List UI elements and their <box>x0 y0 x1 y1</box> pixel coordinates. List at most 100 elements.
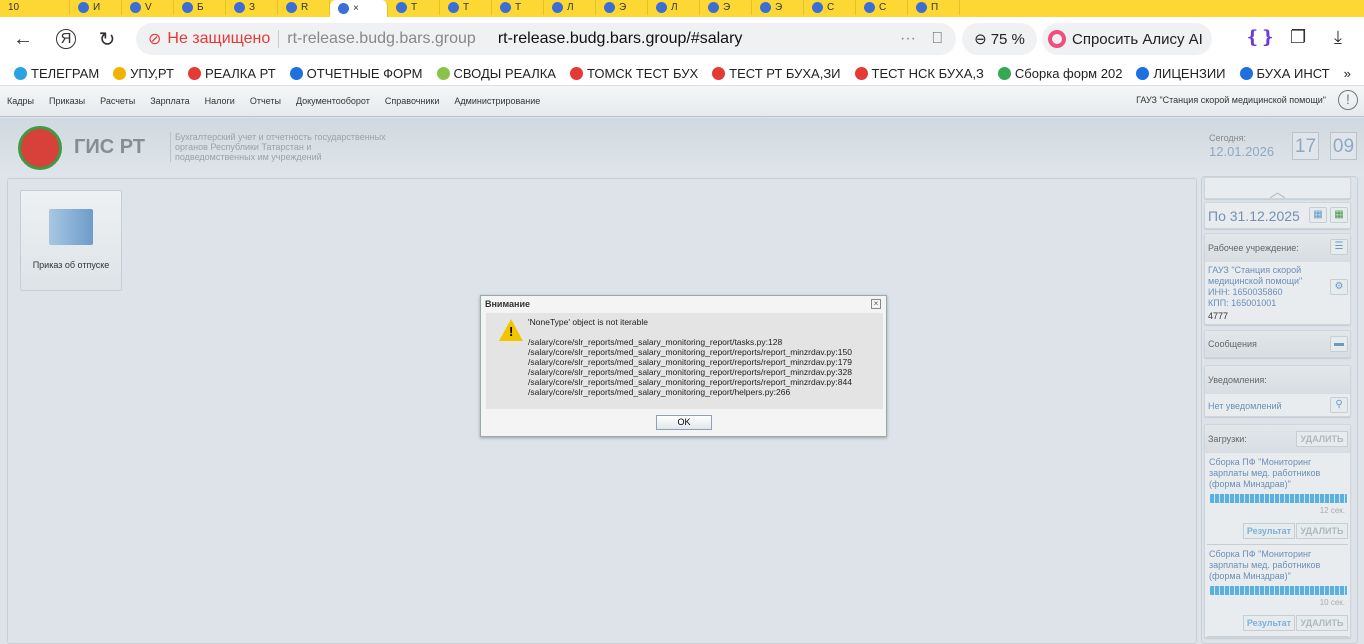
collapse-button[interactable]: ︿ <box>1204 177 1351 201</box>
browser-tab[interactable]: V <box>122 0 174 15</box>
clock-minutes: 09 <box>1330 132 1357 160</box>
browser-tab[interactable]: З <box>226 0 278 15</box>
tab-label: V <box>145 2 152 13</box>
organization-panel: Рабочее учреждение: ☰ ГАУЗ "Станция скор… <box>1204 233 1351 325</box>
bookmark-item[interactable]: СВОДЫ РЕАЛКА <box>436 66 556 81</box>
menu-item[interactable]: Расчеты <box>100 96 135 106</box>
menu-item[interactable]: Справочники <box>385 96 440 106</box>
yandex-icon[interactable]: Я <box>56 29 76 49</box>
bookmark-item[interactable]: ОТЧЕТНЫЕ ФОРМ <box>289 66 423 81</box>
extension-icon[interactable]: ❴❵ <box>1245 27 1275 48</box>
browser-tab[interactable]: И <box>70 0 122 15</box>
bookmarks-more-button[interactable]: » <box>1344 66 1351 81</box>
bookmark-item[interactable]: ЛИЦЕНЗИИ <box>1136 65 1226 81</box>
error-text: 'NoneType' object is not iterable <box>528 317 648 327</box>
bookmark-icon <box>113 66 127 80</box>
tab-favicon-icon <box>760 2 771 13</box>
error-dialog: Внимание × ! 'NoneType' object is not it… <box>480 295 887 437</box>
address-bar[interactable]: ⊘ Не защищено rt-release.budg.bars.group… <box>136 23 956 55</box>
tab-favicon-icon <box>78 2 89 13</box>
browser-tab[interactable]: Э <box>700 0 752 15</box>
bookmark-label: УПУ,РТ <box>130 65 174 81</box>
tab-label: И <box>93 2 101 13</box>
tab-label: Э <box>619 2 627 13</box>
browser-tab[interactable]: С <box>856 0 908 15</box>
chevron-up-icon: ︿ <box>1269 184 1286 201</box>
org-kpp: КПП: 165001001 <box>1208 298 1277 308</box>
menu-item[interactable]: Администрирование <box>454 96 540 106</box>
list-icon[interactable]: ☰ <box>1330 239 1348 255</box>
delete-button[interactable]: УДАЛИТЬ <box>1296 615 1348 631</box>
tab-label: Т <box>515 2 522 13</box>
bookmark-icon[interactable]: ⎕ <box>932 30 942 48</box>
bookmark-item[interactable]: БУХА ИНСТ <box>1239 66 1330 81</box>
menu-item[interactable]: Отчеты <box>250 96 281 106</box>
bookmark-item[interactable]: УПУ,РТ <box>113 66 174 81</box>
browser-tab[interactable]: Т <box>492 0 544 15</box>
menu-item[interactable]: Кадры <box>7 96 34 106</box>
browser-tab[interactable]: Л <box>544 0 596 15</box>
calendar-back-icon[interactable]: ▦ <box>1330 207 1348 223</box>
bookmark-icon <box>712 66 726 80</box>
browser-tab[interactable]: Б <box>174 0 226 15</box>
bookmark-item[interactable]: ТЕСТ РТ БУХА,ЗИ <box>712 66 841 81</box>
menu-item[interactable]: Документооборот <box>296 96 370 106</box>
bookmark-icon <box>1136 66 1150 80</box>
browser-tab[interactable]: С <box>804 0 856 15</box>
reload-icon[interactable]: ↻ <box>96 27 118 52</box>
menu-item[interactable]: Приказы <box>49 96 85 106</box>
browser-tab[interactable]: Л <box>648 0 700 15</box>
browser-tab[interactable]: Э <box>596 0 648 15</box>
bookmark-label: ТЕЛЕГРАМ <box>31 65 100 81</box>
alice-button[interactable]: Спросить Алису AI <box>1042 23 1212 55</box>
security-label[interactable]: Не защищено <box>167 30 270 48</box>
download-icon[interactable]: ⤓ <box>1334 27 1342 48</box>
error-message: 'NoneType' object is not iterable /salar… <box>528 317 852 397</box>
browser-tab[interactable]: П <box>908 0 960 15</box>
org-inn: ИНН: 1650035860 <box>1208 287 1283 297</box>
browser-tab[interactable]: Э <box>752 0 804 15</box>
insecure-icon: ⊘ <box>148 31 162 48</box>
delete-button[interactable]: УДАЛИТЬ <box>1296 523 1348 539</box>
download-item: Сборка ПФ "Мониторинг зарплаты мед. рабо… <box>1207 453 1348 545</box>
search-icon[interactable]: ⚲ <box>1330 397 1348 413</box>
bookmark-item[interactable]: Сборка форм 202 <box>997 66 1122 81</box>
more-icon[interactable]: ··· <box>900 30 916 48</box>
downloads-panel: Загрузки: УДАЛИТЬ Сборка ПФ "Мониторинг … <box>1204 424 1351 638</box>
result-button[interactable]: Результат <box>1243 615 1295 631</box>
alert-icon[interactable]: ! <box>1338 90 1358 110</box>
menu-item[interactable]: Зарплата <box>150 96 189 106</box>
bookmark-icon <box>854 66 868 80</box>
browser-tab[interactable]: 10 <box>0 0 70 15</box>
bookmark-item[interactable]: ТЕЛЕГРАМ <box>14 66 99 81</box>
menu-item[interactable]: Налоги <box>205 96 235 106</box>
browser-tab[interactable]: × <box>330 0 388 17</box>
bookmark-item[interactable]: ТЕСТ НСК БУХА,З <box>854 66 984 81</box>
chat-icon[interactable]: ▬ <box>1330 336 1348 352</box>
tab-favicon-icon <box>338 3 349 14</box>
bookmark-item[interactable]: РЕАЛКА РТ <box>187 66 276 81</box>
back-icon[interactable]: ← <box>12 28 34 51</box>
collections-icon[interactable]: ❐ <box>1290 27 1306 48</box>
vacation-order-tile[interactable]: Приказ об отпуске <box>20 190 122 291</box>
browser-tab[interactable]: R <box>278 0 330 15</box>
close-icon[interactable]: × <box>871 299 881 309</box>
browser-tab[interactable]: Т <box>440 0 492 15</box>
app-header: ГИС РТ Бухгалтерский учет и отчетность г… <box>0 118 1364 176</box>
current-organization[interactable]: ГАУЗ "Станция скорой медицинской помощи" <box>1136 95 1326 105</box>
bookmark-item[interactable]: ТОМСК ТЕСТ БУХ <box>569 66 698 81</box>
delete-all-button[interactable]: УДАЛИТЬ <box>1296 431 1348 447</box>
result-button[interactable]: Результат <box>1243 523 1295 539</box>
zoom-out-icon: ⊖ <box>974 31 987 48</box>
download-item: Сборка ПФ "Мониторинг зарплаты мед. рабо… <box>1207 545 1348 637</box>
bookmark-label: ЛИЦЕНЗИИ <box>1153 65 1226 81</box>
ok-button[interactable]: OK <box>656 415 712 430</box>
gear-icon[interactable]: ⚙ <box>1330 279 1348 295</box>
tab-favicon-icon <box>500 2 511 13</box>
zoom-button[interactable]: ⊖ 75 % <box>962 23 1037 55</box>
browser-tab[interactable]: Т <box>388 0 440 15</box>
org-name: ГАУЗ "Станция скорой медицинской помощи" <box>1208 265 1303 286</box>
url[interactable]: rt-release.budg.bars.group/#salary <box>498 30 743 48</box>
download-progress <box>1210 586 1347 595</box>
calendar-icon[interactable]: ▦ <box>1309 207 1327 223</box>
